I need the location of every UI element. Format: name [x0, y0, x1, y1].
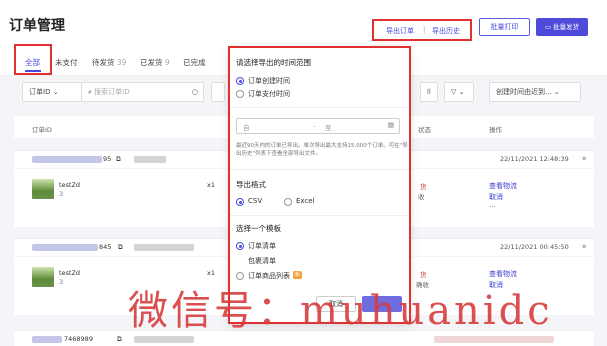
masked-order-id	[32, 156, 102, 163]
quantity: x1	[207, 181, 215, 189]
tab-highlight-box	[14, 44, 52, 75]
divider	[230, 169, 409, 170]
order-id-suffix: 7468989	[64, 335, 93, 343]
separator: |	[423, 26, 426, 34]
masked-order-id	[32, 244, 98, 251]
radio-icon	[284, 198, 292, 206]
product-name[interactable]: testZd	[59, 181, 80, 189]
bookmark-icon[interactable]: ⌷	[420, 82, 438, 102]
watermark-text: 微信号：muhuanidc	[128, 288, 553, 334]
product-image	[32, 179, 54, 199]
masked-info	[134, 336, 194, 343]
tab-completed[interactable]: 已完成	[183, 57, 206, 68]
copy-icon[interactable]: ⧉	[117, 335, 122, 344]
search-input[interactable]: ⌕ 搜索订单ID ○	[82, 82, 204, 102]
col-action: 操作	[489, 126, 502, 134]
batch-ship-label: 批量发货	[553, 23, 580, 31]
export-note: 最近90天内的订单已导出。单次导出最大支持15,000个订单。可在"导出历史"列…	[236, 143, 408, 157]
time-range-title: 请选择导出的时间范围	[236, 58, 311, 67]
export-order-link[interactable]: 导出订单	[386, 26, 414, 36]
radio-icon	[236, 90, 244, 98]
masked-info	[134, 156, 166, 163]
quantity: x1	[207, 269, 215, 277]
order-id-select[interactable]: 订单ID ⌄	[22, 82, 82, 102]
page-title: 订单管理	[9, 18, 65, 34]
order-id-suffix: 845	[99, 243, 112, 251]
template-title: 选择一个模板	[236, 224, 281, 233]
product-sku: 3	[59, 190, 64, 198]
more-actions[interactable]: ...	[489, 201, 496, 209]
col-status: 状态	[418, 126, 431, 134]
radio-selected-icon	[236, 77, 244, 85]
divider	[230, 107, 409, 108]
copy-icon[interactable]: ⧉	[116, 155, 121, 164]
date-range-input[interactable]: 自 - 至 ▤	[236, 118, 400, 134]
export-history-link[interactable]: 导出历史	[432, 26, 460, 36]
collapsed-filter[interactable]	[211, 82, 225, 102]
batch-ship-button[interactable]: ▭ 批量发货	[536, 18, 588, 36]
format-title: 导出格式	[236, 180, 266, 189]
order-substatus: 收	[418, 193, 425, 201]
ship-icon: ▭	[544, 23, 554, 31]
tab-shipped[interactable]: 已发货 9	[140, 57, 170, 68]
order-time: 22/11/2021 12:48:39	[500, 155, 569, 163]
filter-icon[interactable]: ▽ ⌄	[444, 82, 474, 102]
note-icon[interactable]: ▪	[582, 242, 586, 250]
product-sku: 3	[59, 278, 64, 286]
order-status: 货	[420, 183, 427, 191]
batch-print-button[interactable]: 批量打印	[479, 18, 530, 36]
masked-info	[434, 336, 554, 343]
product-name[interactable]: testZd	[59, 269, 80, 277]
chevron-down-icon: ⌄	[553, 88, 560, 96]
chevron-down-icon: ⌄	[52, 88, 59, 96]
calendar-icon[interactable]: ▤	[388, 121, 394, 129]
masked-info	[134, 244, 194, 251]
divider	[230, 215, 409, 216]
order-id-suffix: 95	[103, 155, 112, 163]
product-image	[32, 267, 54, 287]
order-time: 22/11/2021 00:45:50	[500, 243, 569, 251]
masked-order-id	[32, 336, 62, 343]
date-dash: -	[313, 122, 316, 130]
view-logistics-link[interactable]: 查看物流	[489, 181, 517, 191]
date-start: 自	[243, 124, 250, 132]
copy-icon[interactable]: ⧉	[118, 243, 123, 252]
radio-selected-icon	[236, 242, 244, 250]
search-icon: ⌕	[88, 88, 92, 96]
date-end: 至	[325, 124, 332, 132]
sort-select[interactable]: 创建时间由近到... ⌄	[489, 82, 581, 102]
note-icon[interactable]: ▪	[582, 154, 586, 162]
tab-unpaid[interactable]: 未支付	[55, 57, 78, 68]
tab-to-ship[interactable]: 待发货 39	[92, 57, 126, 68]
search-icon-right[interactable]: ○	[192, 83, 198, 101]
col-order-id: 订单ID	[32, 126, 52, 134]
radio-selected-icon	[236, 198, 244, 206]
